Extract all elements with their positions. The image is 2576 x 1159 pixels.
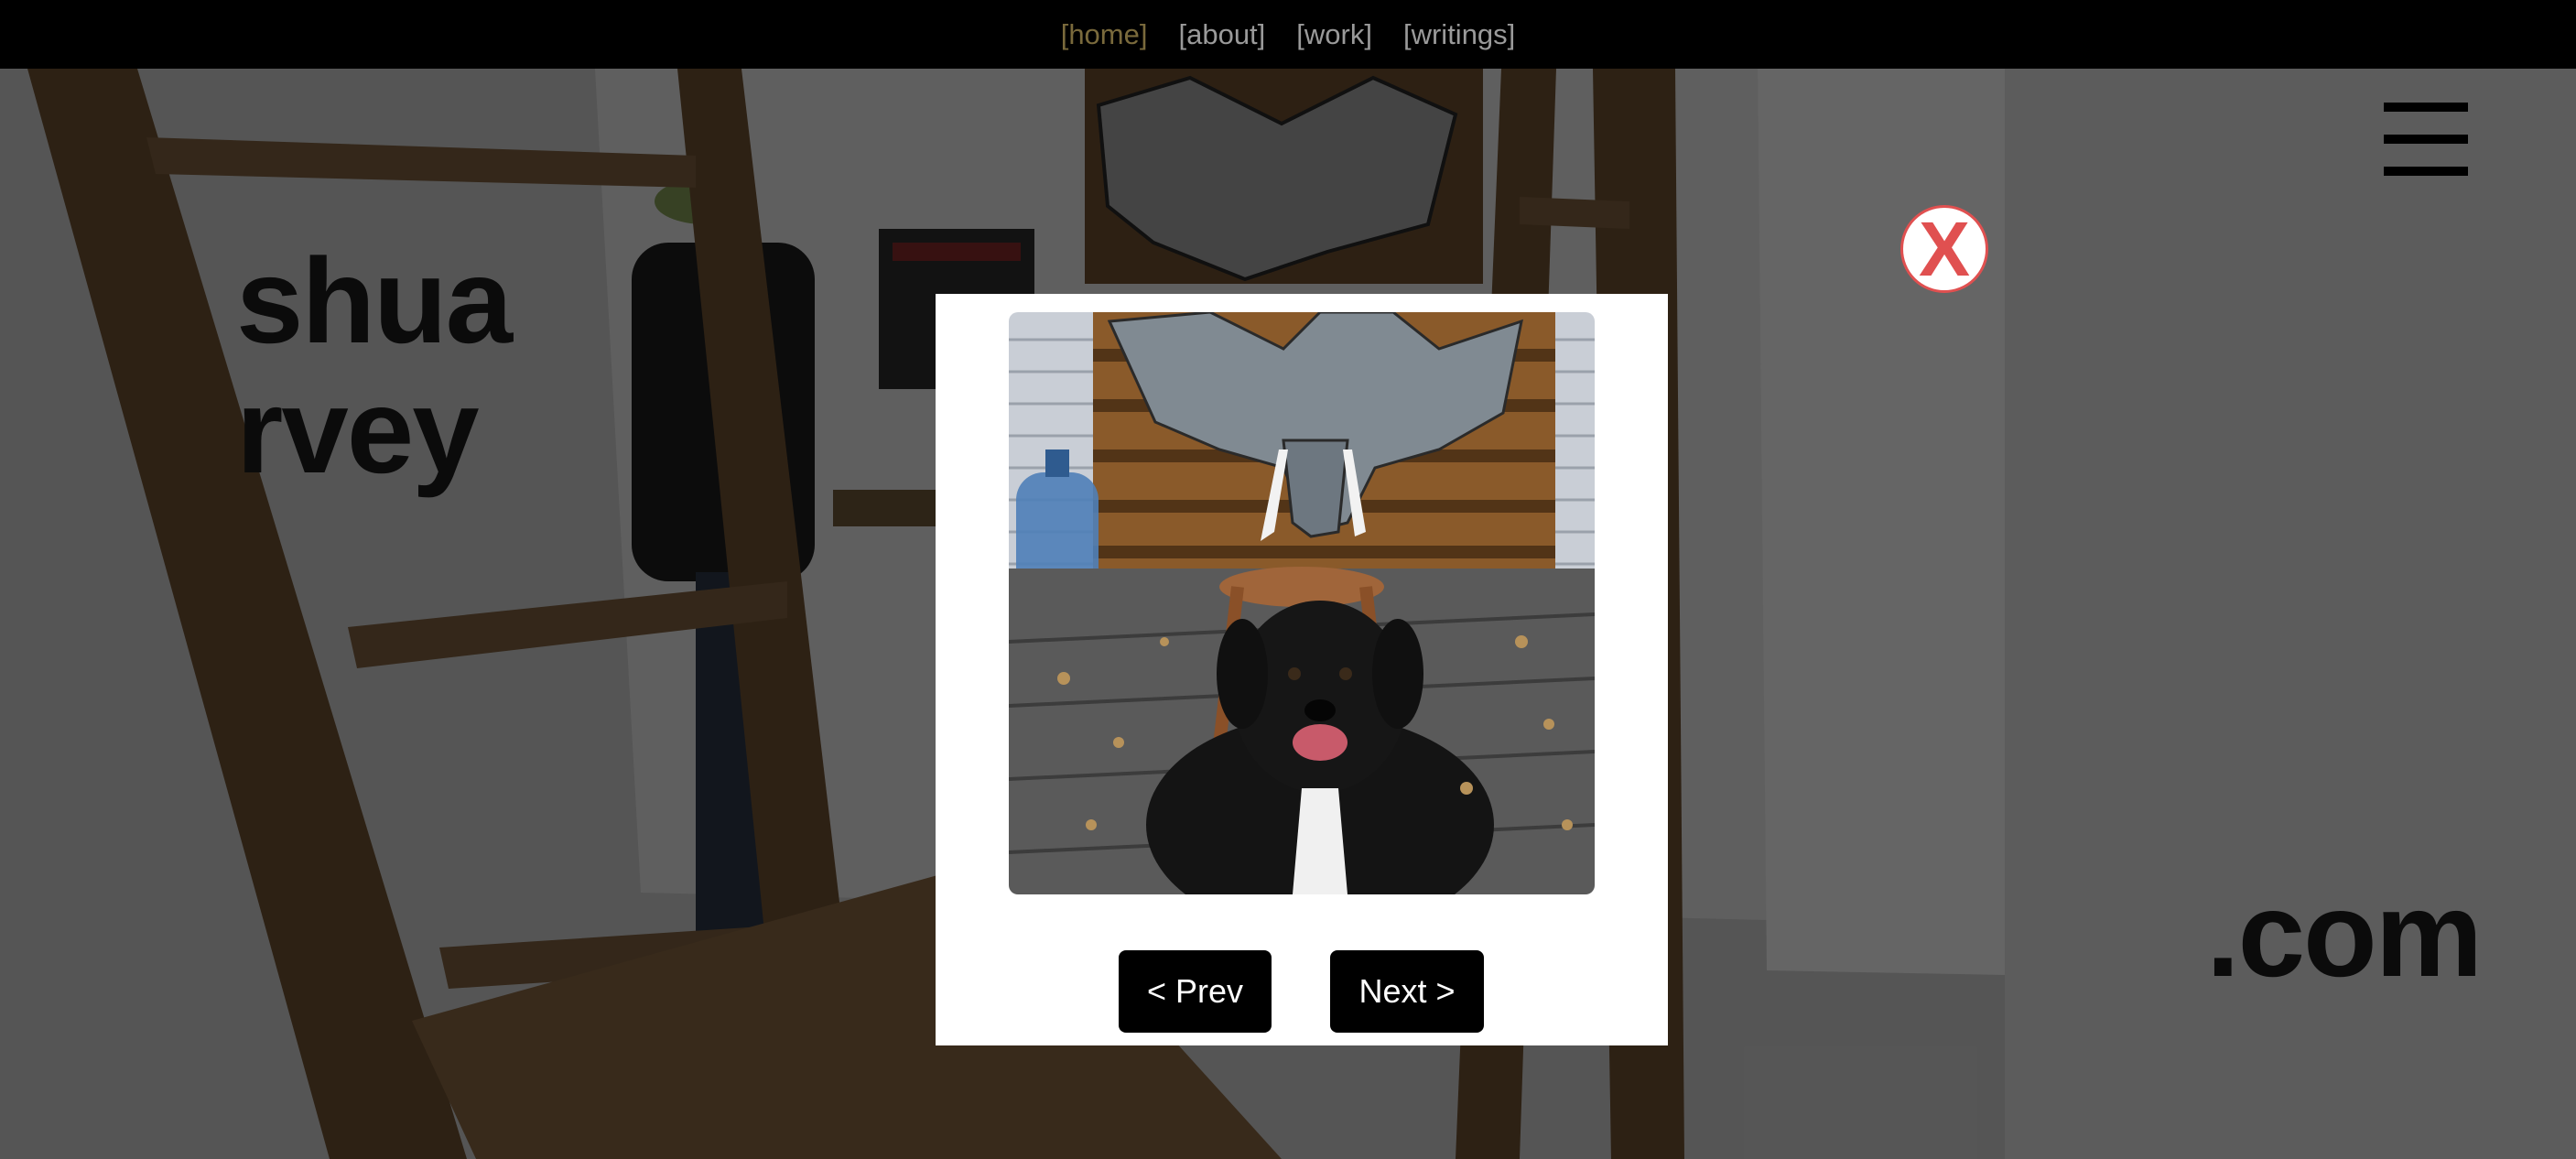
- nav-link-home[interactable]: [home]: [1061, 18, 1148, 51]
- prev-button[interactable]: < Prev: [1119, 950, 1272, 1033]
- top-nav: [home] [about] [work] [writings]: [0, 0, 2576, 69]
- nav-link-about[interactable]: [about]: [1178, 18, 1265, 51]
- dog-and-elephant-art-photo: [1009, 312, 1595, 894]
- nav-link-writings[interactable]: [writings]: [1403, 18, 1515, 51]
- hamburger-menu-icon[interactable]: [2384, 103, 2468, 176]
- nav-link-work[interactable]: [work]: [1296, 18, 1372, 51]
- close-modal-button[interactable]: X: [1900, 205, 1988, 293]
- image-lightbox-modal: < Prev Next >: [936, 294, 1668, 1045]
- close-icon: X: [1918, 206, 1971, 292]
- next-button[interactable]: Next >: [1330, 950, 1484, 1033]
- gallery-photo: [1009, 312, 1595, 894]
